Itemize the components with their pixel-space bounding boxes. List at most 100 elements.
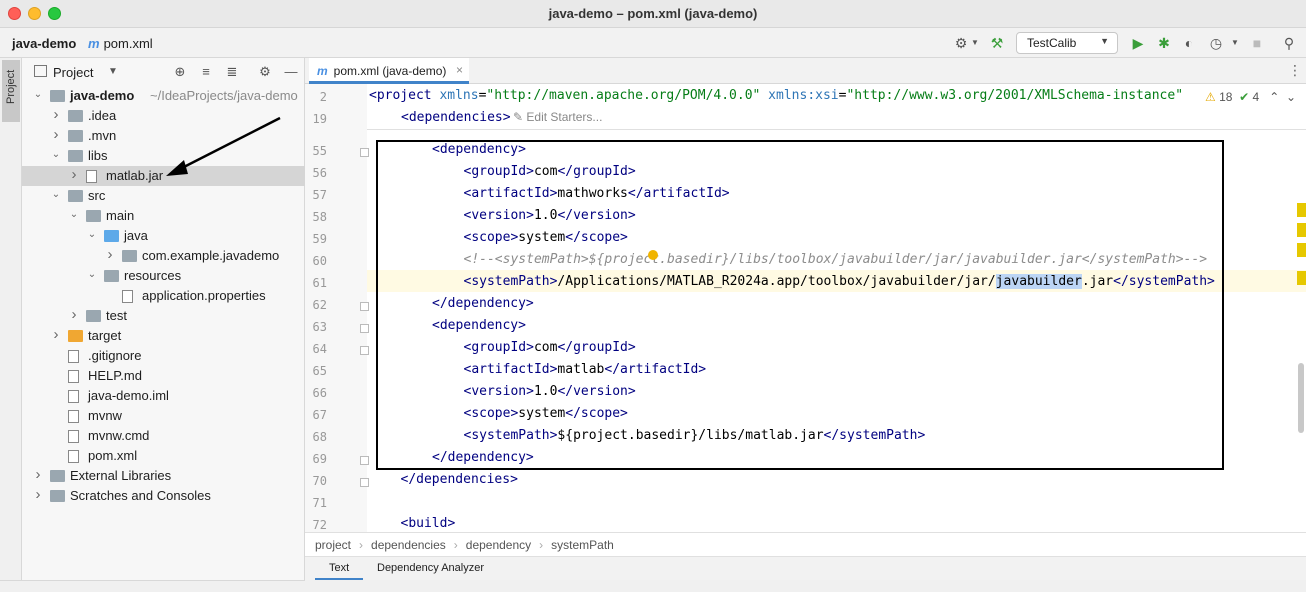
- inspection-widget[interactable]: ⚠ 18 ✔ 4 ⌃ ⌄: [1205, 90, 1296, 104]
- title-bar: java-demo – pom.xml (java-demo): [0, 0, 1306, 28]
- folder-icon: [104, 270, 119, 282]
- fold-marker[interactable]: [360, 148, 369, 157]
- tree-item-label: target: [88, 328, 122, 343]
- breadcrumb-item[interactable]: dependencies: [371, 538, 446, 552]
- line-number: 2: [319, 90, 327, 104]
- chevron-down-icon[interactable]: ⌄: [50, 189, 62, 200]
- folder-icon: [68, 110, 83, 122]
- tree-item[interactable]: ⌄ main: [22, 206, 305, 226]
- fold-marker[interactable]: [360, 324, 369, 333]
- fold-marker[interactable]: [360, 478, 369, 487]
- fold-marker[interactable]: [360, 302, 369, 311]
- tab-text[interactable]: Text: [315, 557, 364, 581]
- editor-scrollbar[interactable]: [1298, 363, 1304, 433]
- hide-panel-icon[interactable]: —: [283, 64, 299, 79]
- chevron-down-icon[interactable]: ⌄: [86, 229, 98, 240]
- tree-item-label: mvnw: [88, 408, 122, 423]
- maven-icon: m: [317, 64, 328, 78]
- coverage-icon[interactable]: ◐: [1180, 34, 1198, 52]
- profile-icon[interactable]: ◷: [1207, 34, 1225, 52]
- tree-item[interactable]: › External Libraries: [22, 466, 305, 486]
- project-view-title[interactable]: Project: [53, 65, 93, 80]
- code-line[interactable]: </dependencies>: [401, 472, 518, 487]
- warning-stripe-marker[interactable]: [1297, 243, 1306, 257]
- chevron-right-icon[interactable]: ›: [50, 106, 62, 123]
- tree-item[interactable]: › test: [22, 306, 305, 326]
- sticky-line-project[interactable]: <project xmlns="http://maven.apache.org/…: [369, 88, 1183, 103]
- fold-marker[interactable]: [360, 346, 369, 355]
- folder-icon: [68, 130, 83, 142]
- run-configuration-select[interactable]: TestCalib ▼: [1016, 32, 1118, 54]
- scratches-icon: [50, 490, 65, 502]
- breadcrumb-item[interactable]: systemPath: [551, 538, 614, 552]
- chevron-right-icon[interactable]: ›: [32, 466, 44, 483]
- tree-item[interactable]: › com.example.javademo: [22, 246, 305, 266]
- search-icon[interactable]: ⚲: [1280, 34, 1298, 52]
- sticky-line-dependencies[interactable]: <dependencies>: [401, 110, 511, 125]
- tree-item[interactable]: ⌄ java-demo ~/IdeaProjects/java-demo: [22, 86, 305, 106]
- warning-stripe-marker[interactable]: [1297, 271, 1306, 285]
- build-hammer-icon[interactable]: ⚒: [988, 34, 1006, 52]
- previous-highlight-icon[interactable]: ⌃: [1269, 90, 1279, 104]
- xml-tag: </dependencies>: [400, 472, 518, 487]
- breadcrumb-project[interactable]: java-demo: [12, 36, 76, 51]
- line-number: 70: [312, 474, 327, 488]
- tree-item[interactable]: .gitignore: [22, 346, 305, 366]
- warning-stripe-marker[interactable]: [1297, 203, 1306, 217]
- locate-file-icon[interactable]: ⊕: [172, 64, 188, 80]
- chevron-right-icon[interactable]: ›: [104, 246, 116, 263]
- tab-pom-xml[interactable]: m pom.xml (java-demo) ×: [309, 58, 469, 84]
- chevron-down-icon[interactable]: ▼: [108, 66, 118, 77]
- chevron-right-icon[interactable]: ›: [50, 326, 62, 343]
- stop-icon[interactable]: ■: [1248, 34, 1266, 52]
- tree-item[interactable]: mvnw: [22, 406, 305, 426]
- chevron-right-icon[interactable]: ›: [50, 126, 62, 143]
- tree-item[interactable]: HELP.md: [22, 366, 305, 386]
- code-line[interactable]: <build>: [401, 516, 456, 531]
- folder-icon: [86, 210, 101, 222]
- warning-stripe-marker[interactable]: [1297, 223, 1306, 237]
- chevron-down-icon[interactable]: ⌄: [86, 269, 98, 280]
- close-tab-icon[interactable]: ×: [456, 63, 463, 77]
- fold-marker[interactable]: [360, 456, 369, 465]
- check-icon: ✔: [1239, 90, 1250, 104]
- editor-bottom-tabs: Text Dependency Analyzer: [305, 556, 1306, 581]
- tree-item[interactable]: ⌄ java: [22, 226, 305, 246]
- edit-starters-link[interactable]: ✎ Edit Starters...: [513, 110, 602, 124]
- tree-item[interactable]: mvnw.cmd: [22, 426, 305, 446]
- gear-icon[interactable]: ⚙: [257, 64, 273, 80]
- intention-bulb-icon[interactable]: [648, 250, 658, 260]
- tree-item-label: com.example.javademo: [142, 248, 280, 263]
- chevron-right-icon[interactable]: ›: [68, 306, 80, 323]
- chevron-down-icon[interactable]: ⌄: [50, 149, 62, 160]
- chevron-down-icon[interactable]: ⌄: [32, 89, 44, 100]
- tree-item[interactable]: java-demo.iml: [22, 386, 305, 406]
- chevron-down-icon[interactable]: ▼: [1226, 34, 1244, 52]
- more-tabs-icon[interactable]: ⋮: [1288, 62, 1302, 79]
- tool-window-strip: Project: [0, 58, 22, 592]
- chevron-right-icon[interactable]: ›: [68, 166, 80, 183]
- project-tool-window-button[interactable]: Project: [2, 60, 20, 122]
- tree-item-label: Scratches and Consoles: [70, 488, 211, 503]
- tree-item-label: java: [124, 228, 148, 243]
- next-highlight-icon[interactable]: ⌄: [1286, 90, 1296, 104]
- collapse-all-icon[interactable]: ≣: [224, 64, 240, 80]
- tree-item[interactable]: application.properties: [22, 286, 305, 306]
- debug-icon[interactable]: ✱: [1155, 34, 1173, 52]
- tree-item[interactable]: ⌄ src: [22, 186, 305, 206]
- tree-item-label: application.properties: [142, 288, 266, 303]
- tab-dependency-analyzer[interactable]: Dependency Analyzer: [377, 562, 484, 574]
- breadcrumb-file[interactable]: m pom.xml: [88, 36, 153, 51]
- expand-all-icon[interactable]: ≡: [198, 64, 214, 79]
- tree-item[interactable]: ⌄ resources: [22, 266, 305, 286]
- tree-item[interactable]: pom.xml: [22, 446, 305, 466]
- chevron-down-icon[interactable]: ▼: [966, 34, 984, 52]
- run-icon[interactable]: ▶: [1129, 34, 1147, 52]
- chevron-down-icon[interactable]: ⌄: [68, 209, 80, 220]
- breadcrumb-item[interactable]: dependency: [466, 538, 531, 552]
- tree-item[interactable]: › Scratches and Consoles: [22, 486, 305, 506]
- breadcrumb-item[interactable]: project: [315, 538, 351, 552]
- tree-item-label: External Libraries: [70, 468, 172, 483]
- tree-item[interactable]: › target: [22, 326, 305, 346]
- chevron-right-icon[interactable]: ›: [32, 486, 44, 503]
